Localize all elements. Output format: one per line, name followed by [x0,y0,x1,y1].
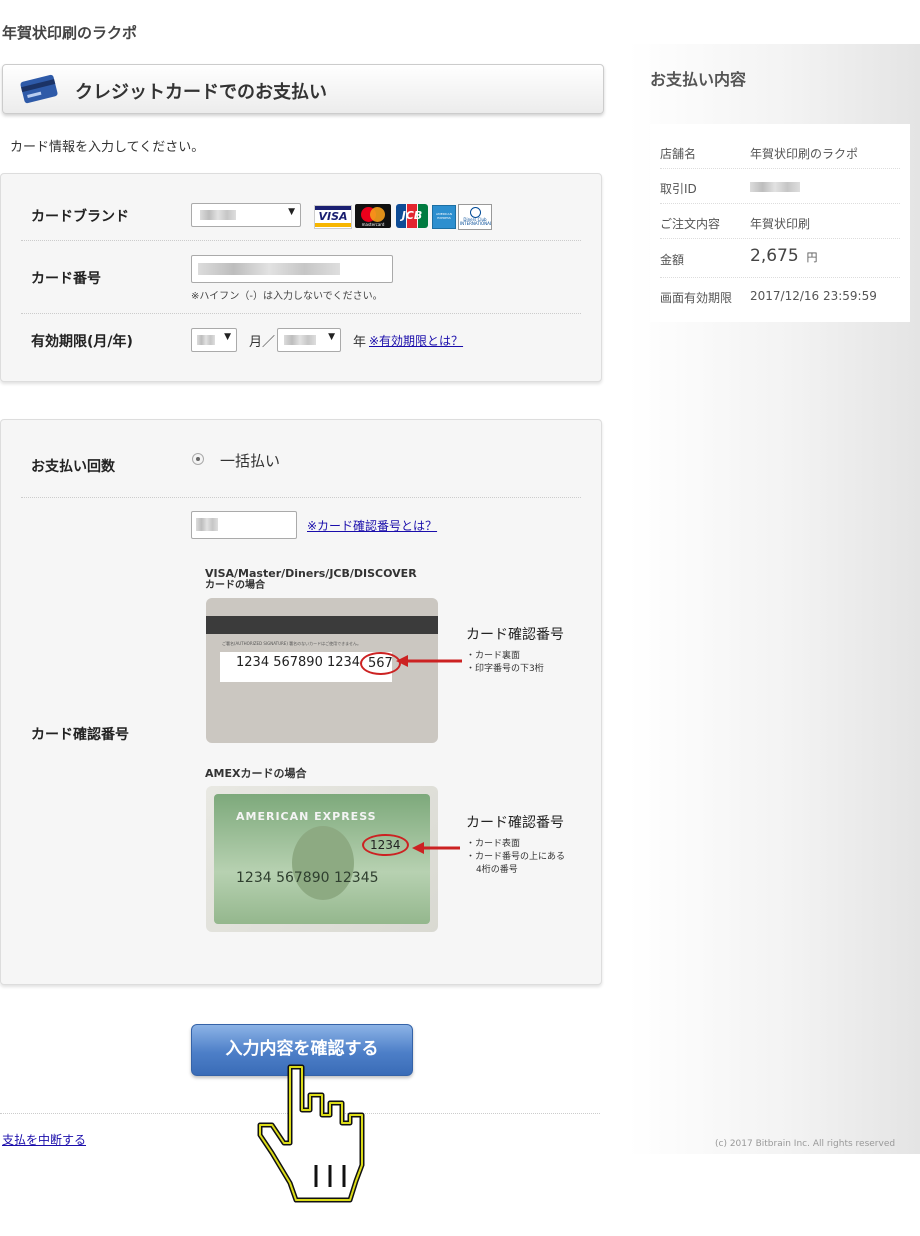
section-header: クレジットカードでのお支払い [2,64,604,114]
card-back-illustration: ご署名(AUTHORIZED SIGNATURE) 署名のないカードはご使用でき… [206,598,438,743]
redacted-value [196,518,218,531]
month-unit-label: 月／ [249,335,276,350]
arrow-left-icon [412,842,460,854]
amex-sample-number: 1234 567890 12345 [236,870,379,886]
cvv-note-line: ・印字番号の下3桁 [466,664,544,674]
signature-note: ご署名(AUTHORIZED SIGNATURE) 署名のないカードはご使用でき… [222,641,362,646]
visa-caption-line2: カードの場合 [205,580,265,591]
credit-card-icon [20,74,58,104]
summary-row-shop: 店舗名 年賀状印刷のラクポ [660,134,900,169]
amex-sample-cvv: 1234 [362,834,409,856]
cancel-payment-link[interactable]: 支払を中断する [2,1131,86,1148]
summary-title: お支払い内容 [650,70,747,89]
amount-unit: 円 [806,251,818,264]
visa-logo-text: VISA [318,210,348,223]
expiry-label: 有効期限(月/年) [31,334,133,350]
card-number-note: ※ハイフン（-）は入力しないでください。 [191,291,383,302]
cvv-note-amex: カード確認番号 ・カード表面 ・カード番号の上にある 4桁の番号 [466,812,576,875]
payment-count-label: お支払い回数 [31,459,115,475]
summary-key: 取引ID [660,182,697,196]
summary-key: ご注文内容 [660,217,721,231]
amex-logo-text: AMERICAN EXPRESS [436,212,452,220]
year-unit-label: 年 [353,335,367,350]
brand-label: カードブランド [31,209,129,225]
expiry-month-select[interactable] [191,328,237,352]
amex-logo: AMERICAN EXPRESS [432,205,456,229]
chevron-down-icon [288,207,295,217]
amount-number: 2,675 [750,246,799,266]
section-title: クレジットカードでのお支払い [75,82,327,103]
redacted-value [197,335,215,345]
redacted-value [198,263,340,275]
visa-caption-line1: VISA/Master/Diners/JCB/DISCOVER [205,567,417,580]
copyright: (c) 2017 Bitbrain Inc. All rights reserv… [715,1139,896,1149]
summary-row-expiry: 画面有効期限 2017/12/16 23:59:59 [660,278,900,312]
amex-card-illustration: AMERICAN EXPRESS 1234 1234 567890 12345 [206,786,438,932]
mastercard-logo-text: mastercard [361,222,385,227]
pointing-hand-icon [257,1064,365,1203]
redacted-transaction-id [750,182,800,192]
amount-value: 2,675 円 [750,246,818,266]
cvv-note-line: ・カード表面 [466,839,521,849]
cvv-note-line: ・カード番号の上にある [466,852,566,862]
cvv-note-line: 4桁の番号 [476,865,518,875]
diners-logo: Diners Club INTERNATIONAL [458,204,492,230]
mastercard-logo: mastercard [355,204,391,228]
sample-card-number: 1234 567890 1234 [236,655,361,670]
diners-logo-text: Diners Club INTERNATIONAL [460,217,492,226]
cvv-note-title: カード確認番号 [466,627,564,643]
card-brand-select[interactable] [191,203,301,227]
payment-count-radio[interactable] [192,453,204,465]
amex-card-caption: AMEXカードの場合 [205,767,307,780]
summary-value: 2017/12/16 23:59:59 [750,289,877,303]
divider [21,313,581,314]
payment-count-option: 一括払い [220,452,281,470]
summary-key: 店舗名 [660,147,697,161]
cvv-note-title: カード確認番号 [466,815,564,831]
cvv-note-line: ・カード裏面 [466,651,521,661]
jcb-logo-text: JCB [401,209,423,222]
card-number-label: カード番号 [31,271,101,287]
visa-card-caption: VISA/Master/Diners/JCB/DISCOVER カードの場合 [205,568,417,592]
summary-row-txn: 取引ID [660,169,900,204]
cvv-help-link[interactable]: ※カード確認番号とは？ [307,517,437,534]
visa-logo: VISA [314,205,352,229]
divider [21,497,581,498]
sample-cvv: 567 [360,652,401,675]
summary-value: 年賀状印刷のラクポ [750,147,859,161]
redacted-value [200,210,236,220]
expiry-help-link[interactable]: ※有効期限とは？ [369,332,463,349]
arrow-left-icon [396,655,462,667]
summary-row-amount: 金額 2,675 円 [660,239,900,278]
cvv-input[interactable] [191,511,297,539]
instructions-text: カード情報を入力してください。 [10,140,205,155]
expiry-year-select[interactable] [277,328,341,352]
summary-key: 画面有効期限 [660,291,733,305]
summary-key: 金額 [660,253,685,267]
summary-row-order: ご注文内容 年賀状印刷 [660,204,900,239]
summary-box: 店舗名 年賀状印刷のラクポ 取引ID ご注文内容 年賀状印刷 金額 2,675 … [650,124,910,322]
jcb-logo: JCB [396,204,428,228]
page-title: 年賀状印刷のラクポ [2,24,138,42]
chevron-down-icon [328,332,335,342]
divider [21,240,581,241]
summary-value: 年賀状印刷 [750,217,811,231]
card-info-panel: カードブランド VISA mastercard JCB AMERICAN EXP… [0,173,602,382]
redacted-value [284,335,316,345]
cvv-note-visa: カード確認番号 ・カード裏面 ・印字番号の下3桁 [466,624,564,674]
cvv-label: カード確認番号 [31,727,129,743]
amex-card-brand: AMERICAN EXPRESS [236,810,377,823]
chevron-down-icon [224,332,231,342]
card-number-input[interactable] [191,255,393,283]
